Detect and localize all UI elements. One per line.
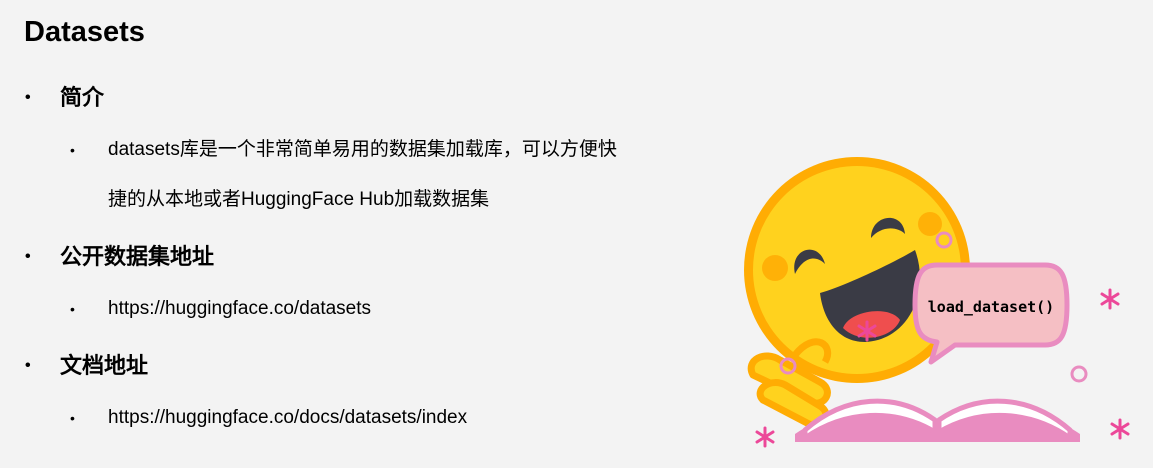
bullet: • [70, 410, 75, 426]
section-heading-text: 公开数据集地址 [60, 244, 215, 269]
list-item-text: datasets库是一个非常简单易用的数据集加载库，可以方便快 [108, 139, 617, 160]
ring-icon [1070, 365, 1088, 383]
bullet: • [25, 357, 31, 374]
sparkle-icon [1110, 418, 1130, 440]
bullet: • [70, 142, 75, 158]
section-heading-intro: • 简介 [25, 83, 104, 113]
list-item: • datasets库是一个非常简单易用的数据集加载库，可以方便快 [70, 137, 617, 163]
speech-bubble: load_dataset() [912, 262, 1070, 365]
sparkle-icon [1100, 288, 1120, 310]
section-heading-text: 文档地址 [60, 353, 149, 378]
bullet: • [25, 248, 31, 265]
sparkle-icon [755, 426, 775, 448]
section-heading-public-datasets: • 公开数据集地址 [25, 242, 214, 272]
open-book-icon [795, 398, 1080, 442]
section-heading-docs: • 文档地址 [25, 351, 148, 381]
slide-title: Datasets [24, 16, 145, 48]
bullet: • [70, 301, 75, 317]
bullet: • [25, 89, 31, 106]
hugging-face-illustration: load_dataset() [744, 157, 1130, 448]
list-item-continuation: 捷的从本地或者HuggingFace Hub加载数据集 [108, 189, 490, 210]
list-item-link[interactable]: • https://huggingface.co/datasets [70, 296, 371, 322]
list-item-text[interactable]: https://huggingface.co/docs/datasets/ind… [108, 407, 467, 428]
list-item-text[interactable]: https://huggingface.co/datasets [108, 298, 371, 319]
list-item-link[interactable]: • https://huggingface.co/docs/datasets/in… [70, 405, 467, 431]
section-heading-text: 简介 [60, 85, 105, 110]
speech-bubble-text: load_dataset() [928, 298, 1054, 316]
